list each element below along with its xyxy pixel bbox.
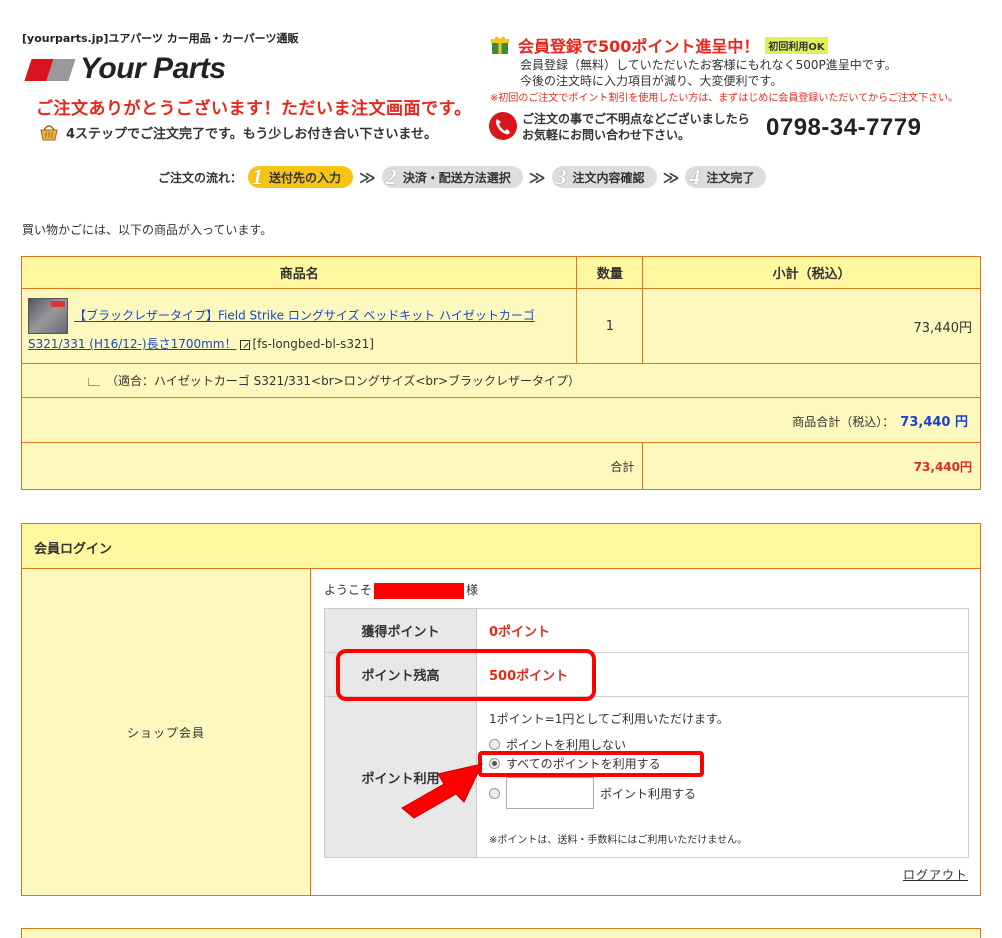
login-section-title: 会員ログイン	[22, 524, 980, 569]
product-total-cell: 商品合計（税込）： 73,440 円	[21, 397, 981, 443]
item-subtotal: 73,440円	[642, 288, 981, 364]
flow-step-4: 4 注文完了	[685, 164, 767, 189]
radio-custom-points[interactable]: ポイント利用する	[489, 777, 696, 809]
flow-step-3: 3 注文内容確認	[551, 164, 657, 189]
points-use-note: 1ポイント=1円としてご利用いただけます。	[489, 712, 729, 726]
flow-label: ご注文の流れ：	[158, 170, 243, 185]
tree-branch-icon	[88, 377, 100, 386]
member-warning: ※初回のご注文でポイント割引を使用したい方は、まずはじめに会員登録いただいてから…	[490, 93, 959, 104]
flow-step-2-number: 2	[385, 164, 397, 189]
highlight-points-balance	[336, 649, 596, 701]
product-total-label: 商品合計（税込）：	[792, 414, 895, 429]
order-flow: ご注文の流れ： 1 送付先の入力 ≫ 2 決済・配送方法選択 ≫ 3 注文内容確…	[158, 164, 767, 189]
flow-step-3-label: 注文内容確認	[572, 170, 645, 185]
gift-icon	[491, 36, 509, 54]
steps-note: 4ステップでご注文完了です。もう少しお付き合い下さいませ。	[38, 122, 437, 142]
item-name-cell: 【ブラックレザータイプ】Field Strike ロングサイズ ベッドキット ハ…	[20, 288, 578, 364]
col-header-subtotal: 小計（税込）	[642, 256, 981, 289]
custom-points-input[interactable]	[506, 777, 594, 809]
first-use-badge: 初回利用OK	[765, 36, 828, 54]
login-details: ようこそ 様 獲得ポイント 0ポイント ポイント残高 500ポイント ポイント利用…	[312, 569, 980, 895]
flow-step-4-number: 4	[689, 164, 701, 189]
radio-custom-points-button[interactable]	[489, 787, 500, 799]
shop-member-label: ショップ会員	[22, 569, 311, 895]
earned-points-value: 0ポイント	[476, 608, 969, 653]
phone-number[interactable]: 0798-34-7779	[766, 114, 921, 142]
grand-total-row: 合計 73,440円	[20, 442, 981, 490]
product-total-row: 商品合計（税込）： 73,440 円	[21, 397, 981, 443]
radio-no-points-button[interactable]	[489, 739, 500, 750]
flow-step-1-label: 送付先の入力	[269, 170, 342, 185]
flow-arrow-icon: ≫	[662, 167, 680, 187]
phone-icon	[489, 112, 517, 140]
highlight-use-all-points	[478, 751, 704, 777]
member-title-text: 会員登録で500ポイント進呈中！	[518, 37, 760, 56]
cart-intro: 買い物かごには、以下の商品が入っています。	[22, 223, 273, 237]
basket-icon	[40, 125, 58, 141]
option-row: （適合：ハイゼットカーゴ S321/331<br>ロングサイズ<br>ブラックレ…	[21, 363, 981, 398]
earned-points-label: 獲得ポイント	[324, 608, 477, 653]
grand-total-value: 73,440円	[642, 442, 981, 490]
logout-link[interactable]: ログアウト	[903, 866, 968, 883]
flow-step-3-number: 3	[555, 164, 567, 189]
cart-item-row: 【ブラックレザータイプ】Field Strike ロングサイズ ベッドキット ハ…	[20, 288, 981, 364]
points-table: 獲得ポイント 0ポイント ポイント残高 500ポイント ポイント利用 1ポイント…	[324, 608, 969, 858]
grand-total-label: 合計	[20, 442, 644, 490]
next-section-top	[21, 928, 981, 938]
radio-custom-points-label: ポイント利用する	[600, 786, 697, 801]
flow-arrow-icon: ≫	[528, 167, 546, 187]
product-code: [fs-longbed-bl-s321]	[252, 337, 374, 351]
site-logo[interactable]: Your Parts	[24, 52, 226, 86]
product-thumbnail[interactable]	[28, 298, 68, 334]
logo-text: Your Parts	[80, 52, 226, 85]
points-use-cell: 1ポイント=1円としてご利用いただけます。 ポイントを利用しない すべてのポイン…	[476, 696, 969, 858]
logo-mark-icon	[24, 53, 76, 85]
welcome-message: ようこそ 様	[324, 581, 478, 599]
product-total-value: 73,440 円	[900, 414, 968, 430]
flow-step-4-label: 注文完了	[706, 170, 755, 185]
page-header: [yourparts.jp]ユアパーツ カー用品・カーパーツ通販 Your Pa…	[0, 0, 1002, 200]
cart-table: 商品名 数量 小計（税込） 【ブラックレザータイプ】Field Strike ロ…	[20, 256, 981, 490]
item-qty: 1	[576, 288, 644, 364]
flow-step-2-label: 決済・配送方法選択	[402, 170, 511, 185]
flow-step-1: 1 送付先の入力	[248, 164, 354, 189]
site-tagline: [yourparts.jp]ユアパーツ カー用品・カーパーツ通販	[22, 32, 299, 45]
option-text: （適合：ハイゼットカーゴ S321/331<br>ロングサイズ<br>ブラックレ…	[106, 374, 581, 388]
external-link-icon[interactable]	[239, 339, 250, 350]
member-desc-1: 会員登録（無料）していただいたお客様にもれなく500P進呈中です。	[520, 58, 897, 72]
annotation-arrow-icon	[401, 763, 483, 819]
option-cell: （適合：ハイゼットカーゴ S321/331<br>ロングサイズ<br>ブラックレ…	[21, 363, 981, 398]
flow-step-1-number: 1	[252, 164, 264, 189]
col-header-qty: 数量	[576, 256, 644, 289]
steps-note-text: 4ステップでご注文完了です。もう少しお付き合い下さいませ。	[66, 126, 437, 142]
flow-arrow-icon: ≫	[359, 167, 376, 187]
contact-text-2: お気軽にお問い合わせ下さい。	[522, 128, 691, 142]
member-login-section: 会員ログイン ショップ会員 ようこそ 様 獲得ポイント 0ポイント ポイント残高 …	[21, 523, 981, 896]
thanks-message: ご注文ありがとうございます！ただいま注文画面です。	[36, 99, 472, 119]
redacted-username	[374, 582, 465, 599]
contact-text-1: ご注文の事でご不明点などございましたら	[522, 112, 750, 126]
flow-step-2: 2 決済・配送方法選択	[381, 164, 523, 189]
welcome-prefix: ようこそ	[324, 583, 373, 597]
welcome-suffix: 様	[466, 583, 479, 597]
member-desc-2: 今後の注文時に入力項目が減り、大変便利です。	[520, 74, 783, 88]
member-promo-title[interactable]: 会員登録で500ポイント進呈中！ 初回利用OK	[490, 33, 828, 57]
col-header-name: 商品名	[20, 256, 578, 289]
points-use-warning: ※ポイントは、送料・手数料にはご利用いただけません。	[489, 835, 748, 846]
